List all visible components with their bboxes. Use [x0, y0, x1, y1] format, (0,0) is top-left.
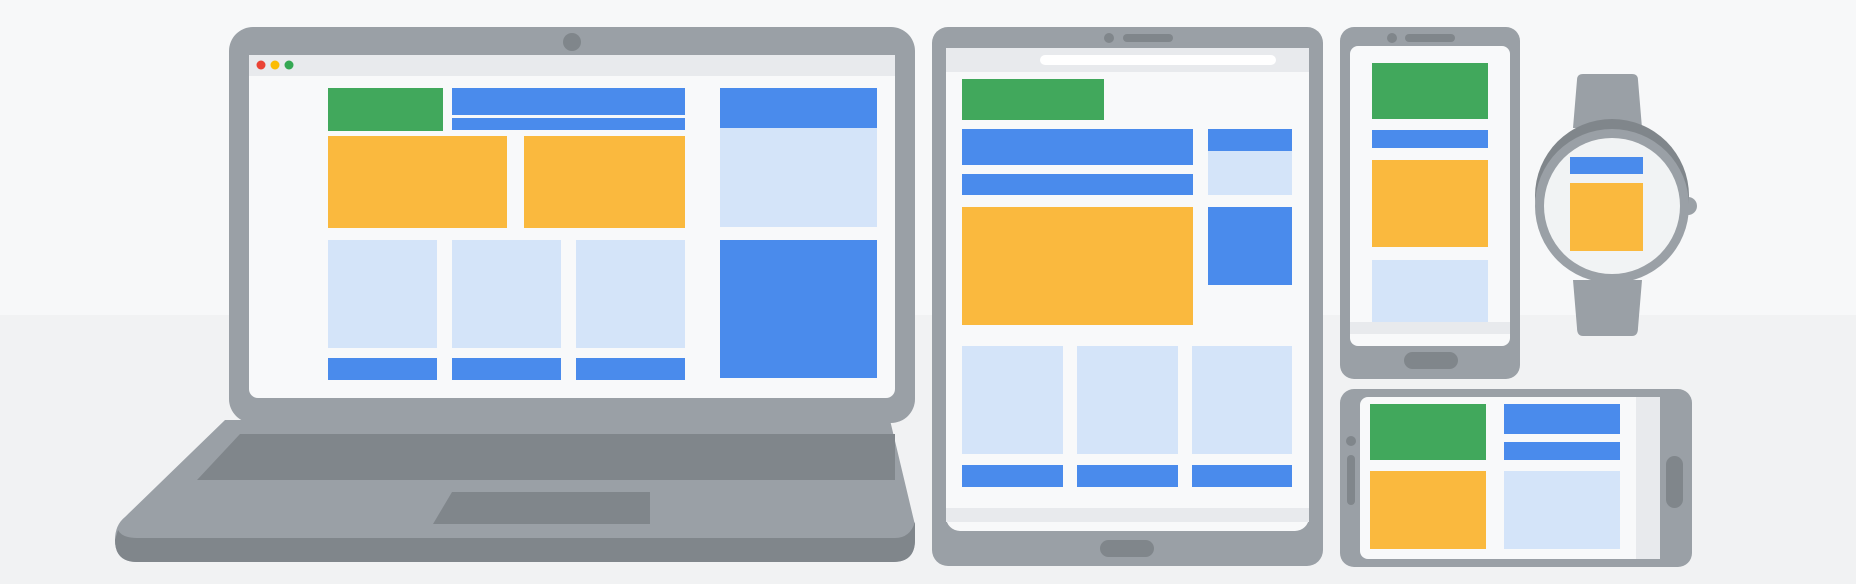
- watch-tile: [1570, 157, 1643, 174]
- laptop: [115, 27, 915, 562]
- phone-landscape-camera: [1346, 436, 1356, 446]
- laptop-camera: [563, 33, 581, 51]
- phone-portrait-camera: [1387, 33, 1397, 43]
- tablet-tile: [962, 207, 1193, 325]
- tablet-tile: [1077, 465, 1178, 487]
- laptop-tile: [328, 358, 437, 380]
- browser-titlebar: [249, 55, 895, 76]
- laptop-tile: [328, 240, 437, 348]
- laptop-tile: [452, 118, 685, 130]
- phone-portrait-home-button: [1404, 352, 1458, 369]
- phone-landscape: [1340, 389, 1692, 567]
- window-maximize-dot: [284, 60, 294, 70]
- tablet-tile: [1192, 465, 1292, 487]
- window-close-dot: [256, 60, 266, 70]
- phone-portrait-tile: [1372, 130, 1488, 148]
- tablet-address-bar: [1040, 55, 1276, 65]
- phone-portrait-tile: [1372, 260, 1488, 322]
- laptop-trackpad: [433, 492, 650, 524]
- laptop-tile: [720, 88, 877, 128]
- tablet-speaker: [1123, 34, 1173, 42]
- laptop-tile: [328, 88, 443, 131]
- phone-portrait-bottombar: [1350, 322, 1510, 334]
- laptop-tile: [576, 240, 685, 348]
- phone-portrait: [1340, 27, 1520, 379]
- tablet-tile: [962, 346, 1063, 454]
- laptop-tile: [328, 136, 507, 228]
- laptop-tile: [524, 136, 685, 228]
- phone-landscape-tile: [1504, 442, 1620, 460]
- tablet: [932, 27, 1323, 566]
- tablet-tile: [962, 129, 1193, 165]
- tablet-camera: [1104, 33, 1114, 43]
- phone-portrait-tile: [1372, 160, 1488, 247]
- watch-strap-bottom: [1573, 280, 1642, 336]
- tablet-tile: [1208, 207, 1292, 285]
- tablet-tile: [1208, 129, 1292, 151]
- phone-landscape-home-button: [1666, 456, 1683, 508]
- phone-portrait-speaker: [1405, 34, 1455, 42]
- laptop-tile: [576, 358, 685, 380]
- tablet-tile: [962, 79, 1104, 120]
- tablet-tile: [1208, 151, 1292, 195]
- laptop-tile: [452, 88, 685, 115]
- window-minimize-dot: [270, 60, 280, 70]
- responsive-devices-illustration: [0, 0, 1856, 584]
- phone-landscape-tile: [1370, 471, 1486, 549]
- laptop-tile: [720, 240, 877, 378]
- phone-landscape-sidebar: [1636, 397, 1660, 559]
- phone-landscape-tile: [1504, 471, 1620, 549]
- watch-tile: [1570, 183, 1643, 251]
- laptop-keyboard: [197, 434, 895, 480]
- tablet-screen-bottombar: [946, 508, 1309, 522]
- phone-portrait-tile: [1372, 63, 1488, 119]
- tablet-home-button: [1100, 540, 1154, 557]
- phone-landscape-tile: [1504, 404, 1620, 434]
- laptop-tile: [452, 240, 561, 348]
- tablet-tile: [1077, 346, 1178, 454]
- laptop-tile: [452, 358, 561, 380]
- tablet-tile: [962, 465, 1063, 487]
- tablet-tile: [1192, 346, 1292, 454]
- phone-landscape-speaker: [1347, 455, 1355, 505]
- tablet-tile: [962, 174, 1193, 195]
- phone-landscape-tile: [1370, 404, 1486, 460]
- laptop-tile: [720, 128, 877, 227]
